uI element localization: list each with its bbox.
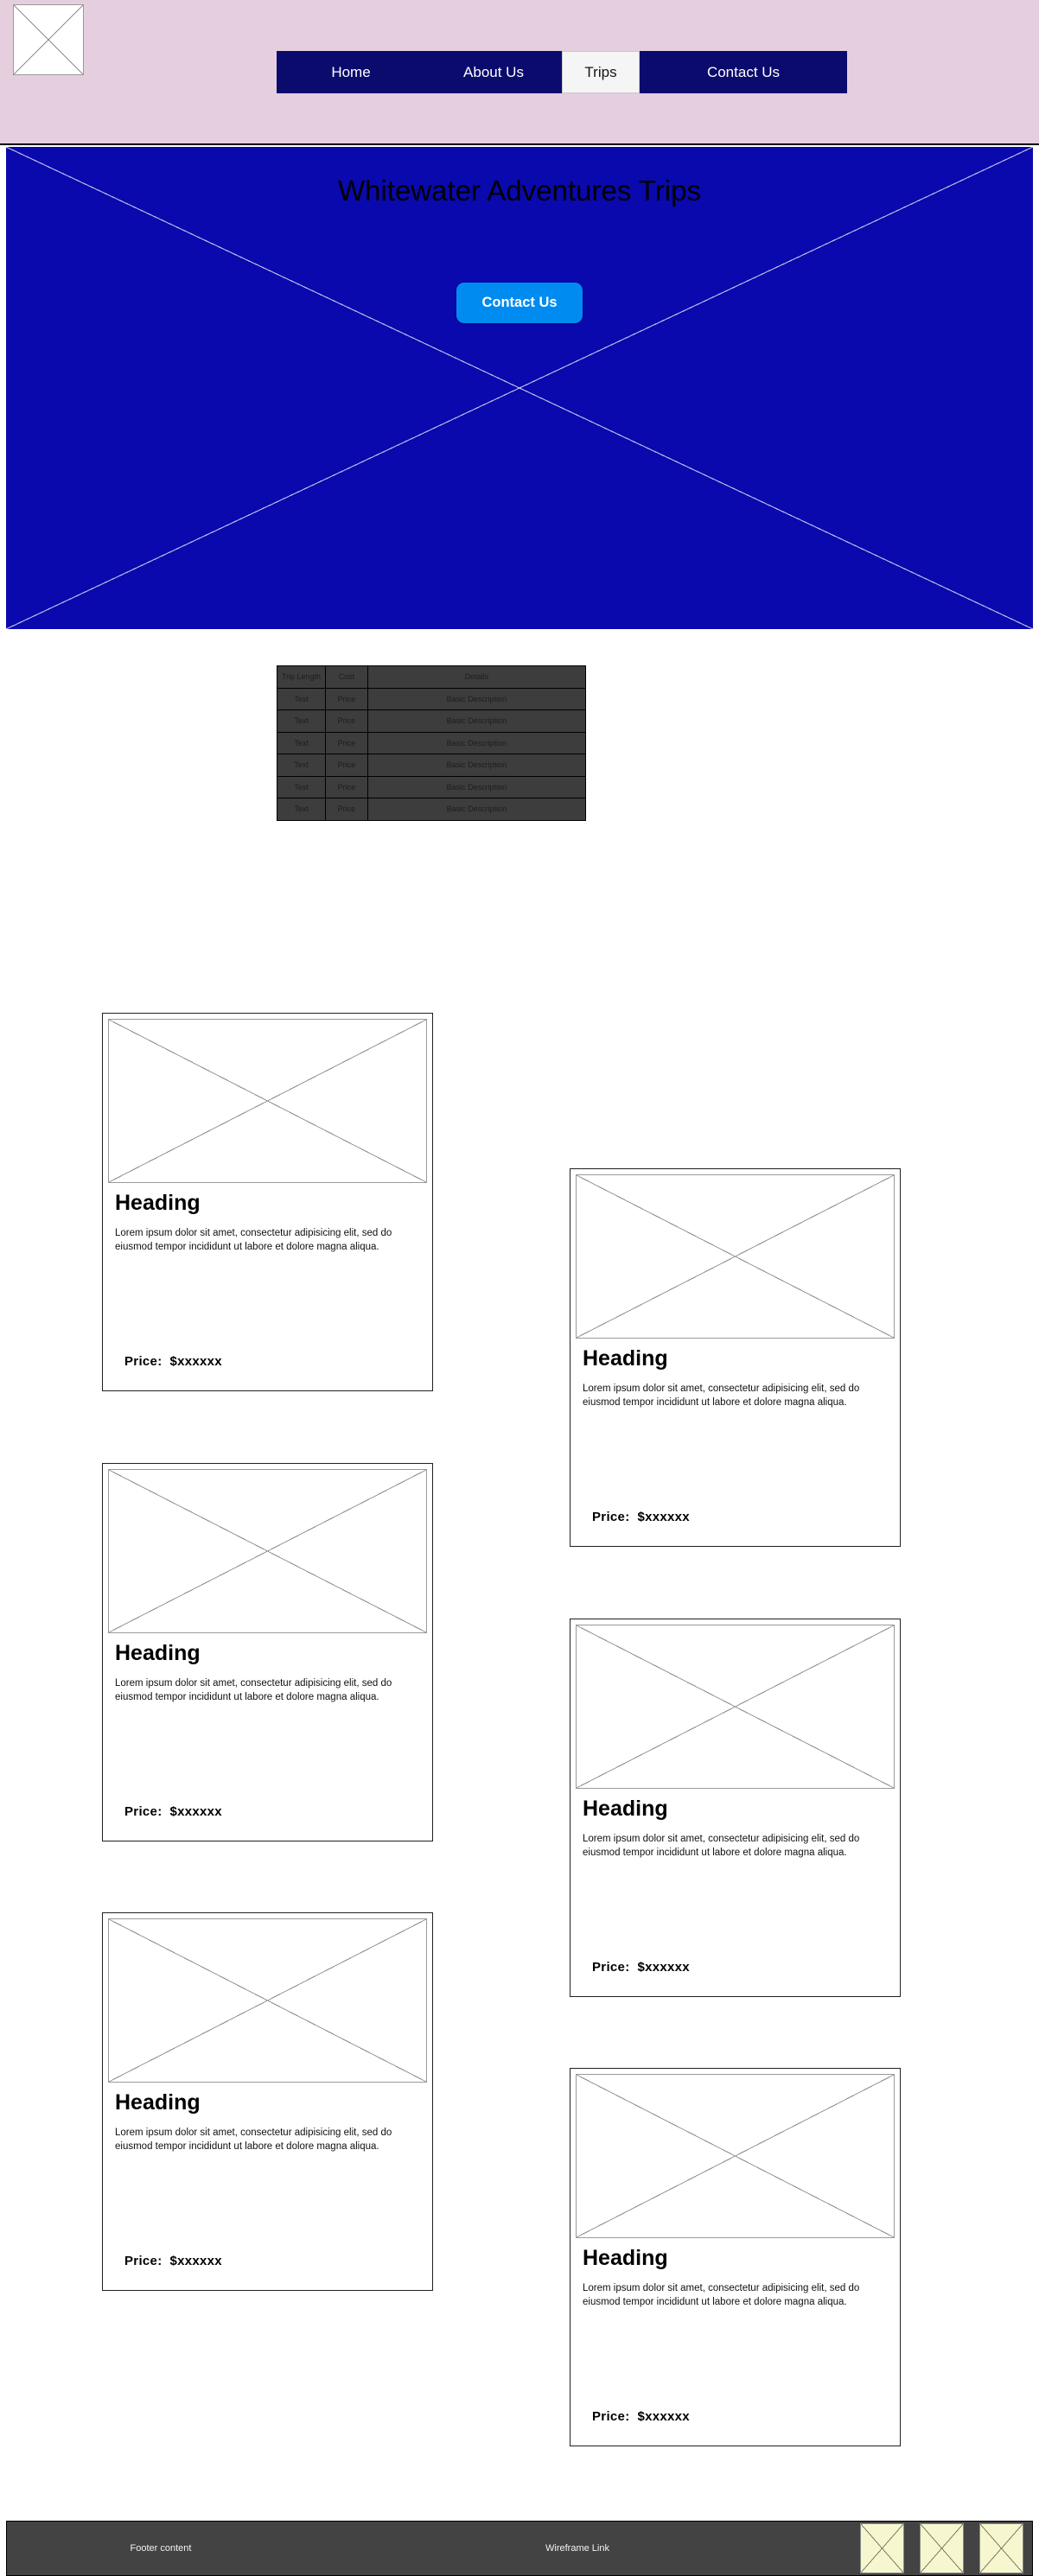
card-price: Price: $xxxxxx [124, 2254, 222, 2268]
cell-trip-length: Text [277, 754, 326, 777]
nav-item-about-us-label: About Us [463, 64, 524, 80]
card-price-value: $xxxxxx [169, 1354, 222, 1369]
card-description: Lorem ipsum dolor sit amet, consectetur … [115, 2127, 392, 2152]
cell-details: Basic Description [367, 775, 587, 798]
card-heading: Heading [583, 2246, 668, 2270]
card-price: Price: $xxxxxx [592, 1960, 690, 1975]
column-header-details: Details [367, 665, 587, 689]
card-description: Lorem ipsum dolor sit amet, consectetur … [583, 2282, 860, 2307]
cell-cost: Price [324, 798, 368, 821]
card-heading: Heading [115, 1641, 201, 1665]
cell-cost: Price [324, 709, 368, 733]
site-footer: Footer content Wireframe Link [6, 2521, 1033, 2576]
nav-item-home-label: Home [331, 64, 371, 80]
card-price-value: $xxxxxx [169, 1804, 222, 1819]
footer-placeholder-image [979, 2523, 1023, 2573]
footer-placeholder-image [920, 2523, 964, 2573]
cell-details: Basic Description [367, 709, 587, 733]
site-header: Home About Us Trips Contact Us [0, 0, 1039, 145]
card-price-label: Price: [124, 2254, 163, 2268]
cell-cost: Price [324, 731, 368, 754]
column-header-cost: Cost [324, 665, 368, 689]
card-placeholder-image [576, 1625, 895, 1789]
cell-trip-length: Text [277, 775, 326, 798]
card-price: Price: $xxxxxx [592, 1510, 690, 1524]
card-price: Price: $xxxxxx [124, 1354, 222, 1369]
card-price-label: Price: [124, 1804, 163, 1819]
nav-item-home[interactable]: Home [277, 51, 425, 93]
card-description: Lorem ipsum dolor sit amet, consectetur … [583, 1383, 860, 1408]
cell-cost: Price [324, 754, 368, 777]
page-title: Whitewater Adventures Trips [337, 175, 701, 207]
card-description: Lorem ipsum dolor sit amet, consectetur … [583, 1833, 860, 1858]
table-row: Text Price Basic Description [277, 798, 587, 821]
trip-card[interactable]: Heading Lorem ipsum dolor sit amet, cons… [570, 1168, 901, 1547]
table-row: Text Price Basic Description [277, 754, 587, 777]
nav-item-about-us[interactable]: About Us [425, 51, 562, 93]
cell-trip-length: Text [277, 798, 326, 821]
footer-thumbnails [860, 2523, 1023, 2573]
cell-trip-length: Text [277, 731, 326, 754]
card-price: Price: $xxxxxx [124, 1804, 222, 1819]
table-header-row: Trip Length Cost Details [277, 665, 587, 689]
cell-trip-length: Text [277, 709, 326, 733]
card-description: Lorem ipsum dolor sit amet, consectetur … [115, 1227, 392, 1252]
card-heading: Heading [115, 2090, 201, 2115]
trip-card[interactable]: Heading Lorem ipsum dolor sit amet, cons… [102, 1912, 433, 2291]
card-price-value: $xxxxxx [637, 2409, 690, 2424]
trip-card[interactable]: Heading Lorem ipsum dolor sit amet, cons… [102, 1463, 433, 1841]
card-placeholder-image [576, 2074, 895, 2238]
trip-card[interactable]: Heading Lorem ipsum dolor sit amet, cons… [570, 2068, 901, 2446]
card-price: Price: $xxxxxx [592, 2409, 690, 2424]
card-placeholder-image [108, 1019, 427, 1183]
main-navigation: Home About Us Trips Contact Us [277, 51, 847, 93]
card-heading: Heading [583, 1346, 668, 1371]
card-price-value: $xxxxxx [169, 2254, 222, 2268]
card-heading: Heading [583, 1797, 668, 1821]
trip-card[interactable]: Heading Lorem ipsum dolor sit amet, cons… [570, 1619, 901, 1997]
card-price-value: $xxxxxx [637, 1510, 690, 1524]
card-price-label: Price: [124, 1354, 163, 1369]
cell-cost: Price [324, 687, 368, 710]
card-placeholder-image [108, 1469, 427, 1633]
card-description: Lorem ipsum dolor sit amet, consectetur … [115, 1677, 392, 1702]
table-row: Text Price Basic Description [277, 687, 587, 710]
cell-details: Basic Description [367, 731, 587, 754]
nav-item-trips-label: Trips [584, 64, 617, 80]
cell-cost: Price [324, 775, 368, 798]
table-row: Text Price Basic Description [277, 775, 587, 798]
logo-placeholder-image [13, 4, 84, 75]
contact-us-button[interactable]: Contact Us [456, 283, 583, 323]
nav-item-trips[interactable]: Trips [562, 51, 640, 93]
card-price-label: Price: [592, 2409, 630, 2424]
hero-banner: Whitewater Adventures Trips Contact Us [6, 147, 1033, 629]
footer-wireframe-link[interactable]: Wireframe Link [500, 2543, 655, 2554]
card-price-value: $xxxxxx [637, 1960, 690, 1975]
card-price-label: Price: [592, 1510, 630, 1524]
cell-details: Basic Description [367, 754, 587, 777]
footer-placeholder-image [860, 2523, 904, 2573]
nav-item-contact-us-label: Contact Us [706, 64, 781, 80]
column-header-trip-length: Trip Length [277, 665, 326, 689]
cell-details: Basic Description [367, 687, 587, 710]
table-row: Text Price Basic Description [277, 709, 587, 733]
card-heading: Heading [115, 1191, 201, 1215]
nav-item-contact-us[interactable]: Contact Us [640, 51, 847, 93]
table-row: Text Price Basic Description [277, 731, 587, 754]
trip-card[interactable]: Heading Lorem ipsum dolor sit amet, cons… [102, 1013, 433, 1391]
footer-content-label: Footer content [130, 2543, 192, 2554]
card-placeholder-image [576, 1174, 895, 1339]
cell-details: Basic Description [367, 798, 587, 821]
cell-trip-length: Text [277, 687, 326, 710]
trip-pricing-table: Trip Length Cost Details Text Price Basi… [277, 665, 587, 821]
card-price-label: Price: [592, 1960, 630, 1975]
card-placeholder-image [108, 1918, 427, 2083]
